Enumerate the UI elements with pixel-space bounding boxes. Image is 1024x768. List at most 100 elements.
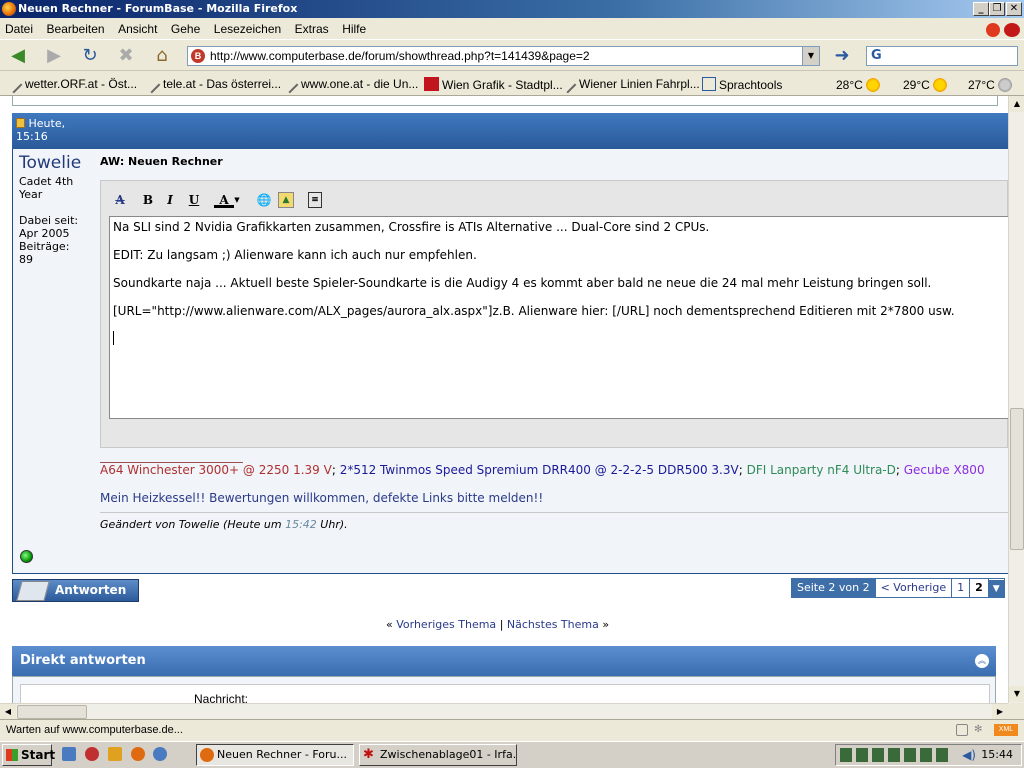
post-time: 15:16 bbox=[16, 130, 48, 143]
next-thread-link[interactable]: Nächstes Thema bbox=[507, 618, 599, 631]
quicklaunch-media-icon[interactable] bbox=[85, 747, 99, 761]
pager-dropdown-icon[interactable]: ▼ bbox=[988, 580, 1004, 598]
underline-button[interactable]: U bbox=[184, 190, 204, 210]
lock-icon bbox=[956, 724, 968, 736]
back-icon[interactable]: ◀ bbox=[6, 45, 30, 67]
pagination: Seite 2 von 2 < Vorherige 1 2 ▼ bbox=[791, 578, 1005, 598]
scroll-right-icon[interactable]: ▶ bbox=[992, 704, 1008, 720]
bookmark-item[interactable]: Sprachtools bbox=[702, 77, 782, 92]
google-icon[interactable]: G bbox=[871, 48, 882, 63]
image-icon[interactable]: ▲ bbox=[278, 192, 294, 208]
bookmark-item[interactable]: www.one.at - die Un... bbox=[285, 77, 418, 94]
sig-ram[interactable]: 2*512 Twinmos Speed Spremium DRR400 @ 2-… bbox=[340, 463, 739, 477]
firefox-icon bbox=[2, 2, 16, 16]
vertical-scrollbar[interactable]: ▲ ▼ bbox=[1008, 96, 1024, 703]
quicklaunch-app-icon[interactable] bbox=[108, 747, 122, 761]
prev-thread-link[interactable]: Vorheriges Thema bbox=[396, 618, 496, 631]
quicklaunch-ie-icon[interactable] bbox=[62, 747, 76, 761]
menu-datei[interactable]: Datei bbox=[0, 18, 38, 36]
bookmark-item[interactable]: wetter.ORF.at - Öst... bbox=[9, 77, 137, 94]
menu-extras[interactable]: Extras bbox=[290, 18, 334, 36]
signature-line-2[interactable]: Mein Heizkessel!! Bewertungen willkommen… bbox=[100, 491, 543, 505]
weather-tomorrow[interactable]: 29°C bbox=[903, 77, 948, 93]
scroll-up-icon[interactable]: ▲ bbox=[1009, 96, 1024, 112]
horizontal-scrollbar[interactable]: ◀ ▶ bbox=[0, 703, 1008, 720]
sig-gpu[interactable]: Gecube X800 bbox=[904, 463, 985, 477]
link-icon[interactable]: 🌐 bbox=[254, 190, 274, 210]
scroll-down-icon[interactable]: ▼ bbox=[1009, 686, 1024, 702]
close-button[interactable]: ✕ bbox=[1006, 2, 1022, 16]
minimize-button[interactable]: _ bbox=[973, 2, 989, 16]
home-icon[interactable]: ⌂ bbox=[150, 45, 174, 67]
status-bar: Warten auf www.computerbase.de... ✻ XML bbox=[0, 719, 1024, 741]
volume-icon[interactable]: ◀) bbox=[962, 748, 976, 762]
thread-navigation: « Vorheriges Thema | Nächstes Thema » bbox=[386, 618, 610, 631]
alert-icon[interactable] bbox=[986, 23, 1000, 37]
bookmark-icon bbox=[285, 80, 299, 94]
bookmarks-toolbar: wetter.ORF.at - Öst... tele.at - Das öst… bbox=[0, 72, 1024, 96]
message-line: Na SLI sind 2 Nvidia Grafikkarten zusamm… bbox=[113, 220, 710, 234]
scroll-left-icon[interactable]: ◀ bbox=[0, 704, 16, 720]
collapse-icon[interactable]: ︽ bbox=[975, 654, 989, 668]
message-textarea[interactable]: Na SLI sind 2 Nvidia Grafikkarten zusamm… bbox=[109, 216, 1008, 419]
addon-icon[interactable] bbox=[1004, 23, 1020, 37]
settings-icon[interactable]: ✻ bbox=[974, 724, 986, 736]
online-status-icon bbox=[20, 550, 33, 563]
menu-gehe[interactable]: Gehe bbox=[166, 18, 205, 36]
menu-lesezeichen[interactable]: Lesezeichen bbox=[209, 18, 286, 36]
bookmark-icon bbox=[563, 80, 577, 94]
sig-board[interactable]: DFI Lanparty nF4 Ultra-D bbox=[747, 463, 896, 477]
post-date: Heute, bbox=[28, 117, 66, 130]
menu-ansicht[interactable]: Ansicht bbox=[113, 18, 162, 36]
signature-line-1: A64 Winchester 3000+ @ 2250 1.39 V; 2*51… bbox=[100, 463, 985, 477]
weather-today[interactable]: 28°C bbox=[836, 77, 881, 93]
windows-logo-icon bbox=[6, 749, 18, 761]
font-color-button[interactable]: A bbox=[214, 190, 234, 208]
prev-page-link[interactable]: < Vorherige bbox=[876, 579, 953, 597]
remove-format-icon[interactable]: A bbox=[110, 190, 130, 210]
text-cursor bbox=[113, 331, 114, 345]
quicklaunch-thunderbird-icon[interactable] bbox=[153, 747, 167, 761]
task-irfanview[interactable]: ✱ Zwischenablage01 - Irfa... bbox=[359, 744, 517, 766]
start-button[interactable]: Start bbox=[2, 744, 55, 766]
url-text: http://www.computerbase.de/forum/showthr… bbox=[210, 49, 590, 63]
system-tray: ◀) 15:44 bbox=[835, 744, 1022, 766]
page-1-link[interactable]: 1 bbox=[952, 579, 971, 597]
go-icon[interactable]: ➜ bbox=[830, 45, 854, 67]
page-2-current: 2 bbox=[970, 579, 989, 597]
bookmark-item[interactable]: Wiener Linien Fahrpl... bbox=[563, 77, 700, 94]
bold-button[interactable]: B bbox=[138, 190, 158, 210]
reload-icon[interactable]: ↻ bbox=[78, 45, 102, 67]
sun-icon bbox=[864, 77, 881, 93]
tray-icons[interactable] bbox=[840, 748, 952, 762]
post-icon bbox=[16, 118, 25, 128]
vertical-scroll-thumb[interactable] bbox=[1010, 408, 1024, 550]
sig-cpu[interactable]: A64 Winchester 3000+ @ 2250 1.39 V bbox=[100, 463, 332, 477]
quicklaunch-firefox-icon[interactable] bbox=[131, 747, 145, 761]
reply-button[interactable]: Antworten bbox=[12, 579, 139, 602]
url-input[interactable]: B http://www.computerbase.de/forum/showt… bbox=[187, 46, 820, 66]
site-favicon: B bbox=[191, 49, 205, 63]
clock[interactable]: 15:44 bbox=[981, 748, 1013, 761]
weather-dayafter[interactable]: 27°C bbox=[968, 77, 1013, 93]
horizontal-scroll-thumb[interactable] bbox=[17, 705, 87, 719]
reply-pen-icon bbox=[16, 581, 50, 601]
post-header: Heute, 15:16 bbox=[12, 113, 1008, 149]
stop-icon[interactable]: ✖ bbox=[114, 45, 138, 67]
bookmark-item[interactable]: Wien Grafik - Stadtpl... bbox=[424, 77, 563, 92]
bookmark-item[interactable]: tele.at - Das österrei... bbox=[147, 77, 281, 94]
rss-icon[interactable]: XML bbox=[994, 724, 1018, 736]
bookmark-icon bbox=[9, 80, 23, 94]
quote-icon[interactable]: ≡ bbox=[308, 192, 322, 208]
task-firefox[interactable]: Neuen Rechner - Foru... bbox=[196, 744, 354, 766]
maximize-button[interactable]: ❐ bbox=[989, 2, 1005, 16]
url-dropdown-icon[interactable]: ▼ bbox=[802, 47, 819, 65]
sun-icon bbox=[931, 77, 948, 93]
forward-icon[interactable]: ▶ bbox=[42, 45, 66, 67]
search-input[interactable]: G bbox=[866, 46, 1018, 66]
chevron-down-icon[interactable]: ▼ bbox=[232, 190, 242, 210]
italic-button[interactable]: I bbox=[160, 190, 180, 210]
menu-bearbeiten[interactable]: Bearbeiten bbox=[42, 18, 110, 36]
window-titlebar[interactable]: Neuen Rechner - ForumBase - Mozilla Fire… bbox=[0, 0, 1024, 18]
menu-hilfe[interactable]: Hilfe bbox=[337, 18, 371, 36]
